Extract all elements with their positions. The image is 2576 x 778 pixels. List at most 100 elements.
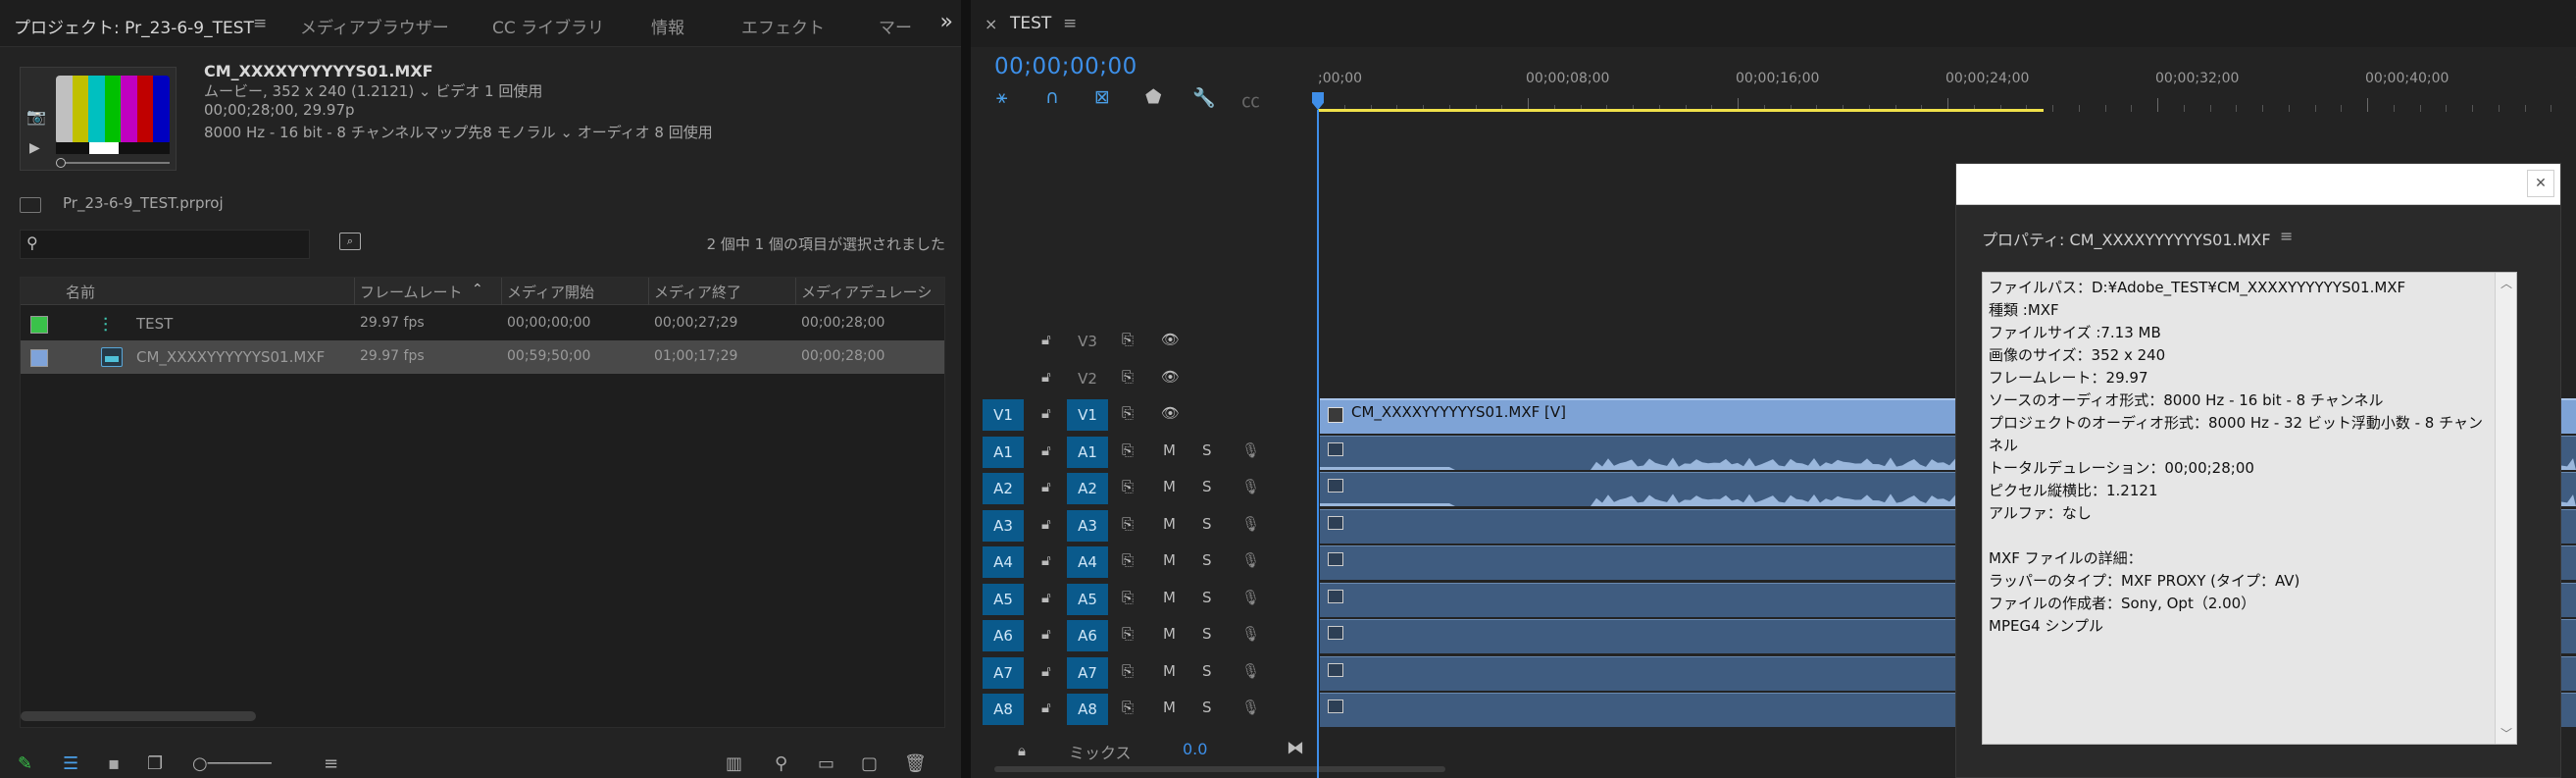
playhead-line[interactable] bbox=[1317, 110, 1319, 778]
trash-icon[interactable]: 🗑 bbox=[904, 753, 927, 774]
column-media-end[interactable]: メディア終了 bbox=[654, 282, 741, 302]
close-dialog-button[interactable]: ✕ bbox=[2527, 170, 2554, 197]
voice-over-record-icon[interactable]: 🎙︎ bbox=[1241, 699, 1260, 716]
captions-icon[interactable]: ㏄ bbox=[1241, 86, 1260, 113]
source-patch-a4[interactable]: A4 bbox=[983, 546, 1024, 578]
sync-lock-icon[interactable]: ⎘ bbox=[1122, 551, 1134, 569]
track-lock-icon[interactable]: 🔓︎ bbox=[1041, 441, 1051, 459]
play-icon[interactable]: ▶ bbox=[29, 140, 40, 156]
track-lock-icon[interactable]: 🔓︎ bbox=[1041, 515, 1051, 533]
properties-scrollbar[interactable]: ︿ ﹀ bbox=[2495, 273, 2516, 744]
close-sequence-icon[interactable]: × bbox=[985, 15, 997, 33]
mute-track-button[interactable]: M bbox=[1163, 662, 1176, 680]
mute-track-button[interactable]: M bbox=[1163, 478, 1176, 495]
tab-media-browser[interactable]: メディアブラウザー bbox=[300, 14, 449, 38]
list-view-icon[interactable]: ☰ bbox=[63, 753, 78, 774]
label-color-swatch[interactable] bbox=[30, 349, 48, 367]
panel-splitter[interactable] bbox=[961, 0, 971, 778]
scroll-down-icon[interactable]: ﹀ bbox=[2500, 725, 2512, 742]
freeform-view-icon[interactable]: ❐ bbox=[147, 753, 163, 774]
track-target-v2[interactable]: V2 bbox=[1067, 363, 1108, 394]
track-lock-icon[interactable]: 🔓︎ bbox=[1041, 551, 1051, 569]
voice-over-record-icon[interactable]: 🎙︎ bbox=[1241, 625, 1260, 643]
track-target-v1[interactable]: V1 bbox=[1067, 399, 1108, 431]
track-target-a8[interactable]: A8 bbox=[1067, 694, 1108, 725]
column-media-duration[interactable]: メディアデュレーシ bbox=[801, 282, 932, 302]
nest-sequences-icon[interactable]: ⚹ bbox=[996, 86, 1007, 108]
automate-to-sequence-icon[interactable]: ▥ bbox=[726, 753, 742, 774]
solo-track-button[interactable]: S bbox=[1202, 662, 1212, 680]
properties-text-area[interactable]: ファイルパス：D:¥Adobe_TEST¥CM_XXXXYYYYYYS01.MX… bbox=[1982, 272, 2517, 745]
solo-track-button[interactable]: S bbox=[1202, 478, 1212, 495]
toggle-track-output-icon[interactable]: 👁︎ bbox=[1161, 404, 1180, 422]
tab-project[interactable]: プロジェクト: Pr_23-6-9_TEST bbox=[14, 14, 254, 38]
tab-sequence-test[interactable]: TEST bbox=[1010, 14, 1051, 33]
timeline-horizontal-scrollbar[interactable] bbox=[994, 766, 1445, 772]
voice-over-record-icon[interactable]: 🎙︎ bbox=[1241, 478, 1260, 495]
clip-thumbnail[interactable]: 📷 ▶ bbox=[20, 67, 177, 171]
solo-track-button[interactable]: S bbox=[1202, 699, 1212, 716]
tab-markers[interactable]: マー bbox=[879, 14, 912, 38]
solo-track-button[interactable]: S bbox=[1202, 515, 1212, 533]
new-item-icon[interactable]: ▢ bbox=[861, 753, 878, 774]
track-lock-icon[interactable]: 🔓︎ bbox=[1041, 331, 1051, 348]
properties-menu-icon[interactable]: ≡ bbox=[2280, 227, 2293, 245]
table-row[interactable]: ⫶ TEST 29.97 fps 00;00;00;00 00;00;27;29 00;0… bbox=[21, 307, 944, 340]
column-media-start[interactable]: メディア開始 bbox=[507, 282, 594, 302]
panel-menu-icon[interactable]: ≡ bbox=[253, 14, 267, 33]
track-target-a4[interactable]: A4 bbox=[1067, 546, 1108, 578]
track-lock-icon[interactable]: 🔓︎ bbox=[1041, 625, 1051, 643]
solo-track-button[interactable]: S bbox=[1202, 551, 1212, 569]
solo-track-button[interactable]: S bbox=[1202, 441, 1212, 459]
source-patch-a5[interactable]: A5 bbox=[983, 583, 1024, 615]
track-target-a7[interactable]: A7 bbox=[1067, 656, 1108, 689]
sync-lock-icon[interactable]: ⎘ bbox=[1122, 368, 1134, 386]
source-patch-a6[interactable]: A6 bbox=[983, 620, 1024, 651]
voice-over-record-icon[interactable]: 🎙︎ bbox=[1241, 589, 1260, 606]
label-color-swatch[interactable] bbox=[30, 316, 48, 334]
camera-icon[interactable]: 📷 bbox=[26, 107, 46, 126]
source-patch-a1[interactable]: A1 bbox=[983, 436, 1024, 468]
source-patch-a2[interactable]: A2 bbox=[983, 473, 1024, 504]
mute-track-button[interactable]: M bbox=[1163, 589, 1176, 606]
toggle-track-output-icon[interactable]: 👁︎ bbox=[1161, 368, 1180, 386]
zoom-slider[interactable]: ○────── bbox=[192, 753, 272, 774]
track-target-a6[interactable]: A6 bbox=[1067, 620, 1108, 651]
table-row[interactable]: CM_XXXXYYYYYYS01.MXF 29.97 fps 00;59;50;00… bbox=[21, 340, 944, 374]
sync-lock-icon[interactable]: ⎘ bbox=[1122, 625, 1134, 643]
solo-track-button[interactable]: S bbox=[1202, 589, 1212, 606]
track-lock-icon[interactable]: 🔓︎ bbox=[1041, 404, 1051, 422]
voice-over-record-icon[interactable]: 🎙︎ bbox=[1241, 662, 1260, 680]
find-icon[interactable]: ⚲ bbox=[775, 753, 787, 774]
timeline-menu-icon[interactable]: ≡ bbox=[1063, 14, 1077, 33]
new-bin-from-search-icon[interactable]: ⌕ bbox=[339, 233, 361, 250]
sync-lock-icon[interactable]: ⎘ bbox=[1122, 699, 1134, 716]
tab-cc-libraries[interactable]: CC ライブラリ bbox=[492, 14, 604, 38]
new-bin-icon[interactable]: ▭ bbox=[818, 753, 834, 774]
solo-track-button[interactable]: S bbox=[1202, 625, 1212, 643]
project-search-input[interactable]: ⚲ bbox=[20, 230, 310, 259]
sync-lock-icon[interactable]: ⎘ bbox=[1122, 404, 1134, 422]
tab-effects[interactable]: エフェクト bbox=[741, 14, 825, 38]
mute-track-button[interactable]: M bbox=[1163, 625, 1176, 643]
track-lock-icon[interactable]: 🔓︎ bbox=[1041, 699, 1051, 716]
source-patch-v1[interactable]: V1 bbox=[983, 399, 1024, 431]
linked-selection-icon[interactable]: ⊠ bbox=[1094, 86, 1110, 108]
voice-over-record-icon[interactable]: 🎙︎ bbox=[1241, 515, 1260, 533]
icon-view-icon[interactable]: ▪ bbox=[108, 753, 120, 774]
track-lock-icon[interactable]: 🔓︎ bbox=[1041, 478, 1051, 495]
go-to-edit-point-icon[interactable]: ⧓ bbox=[1287, 738, 1304, 758]
track-target-a5[interactable]: A5 bbox=[1067, 583, 1108, 615]
track-target-a2[interactable]: A2 bbox=[1067, 473, 1108, 504]
toggle-track-output-icon[interactable]: 👁︎ bbox=[1161, 331, 1180, 348]
source-patch-a3[interactable]: A3 bbox=[983, 509, 1024, 542]
sync-lock-icon[interactable]: ⎘ bbox=[1122, 331, 1134, 348]
work-area-bar[interactable] bbox=[1318, 109, 2044, 112]
voice-over-record-icon[interactable]: 🎙︎ bbox=[1241, 441, 1260, 459]
dialog-titlebar[interactable]: ✕ bbox=[1956, 164, 2560, 205]
write-protect-icon[interactable]: ✎ bbox=[18, 753, 32, 774]
scroll-up-icon[interactable]: ︿ bbox=[2500, 275, 2512, 291]
sync-lock-icon[interactable]: ⎘ bbox=[1122, 441, 1134, 459]
track-lock-icon[interactable]: 🔓︎ bbox=[1041, 662, 1051, 680]
timeline-settings-icon[interactable]: 🔧 bbox=[1192, 86, 1216, 109]
